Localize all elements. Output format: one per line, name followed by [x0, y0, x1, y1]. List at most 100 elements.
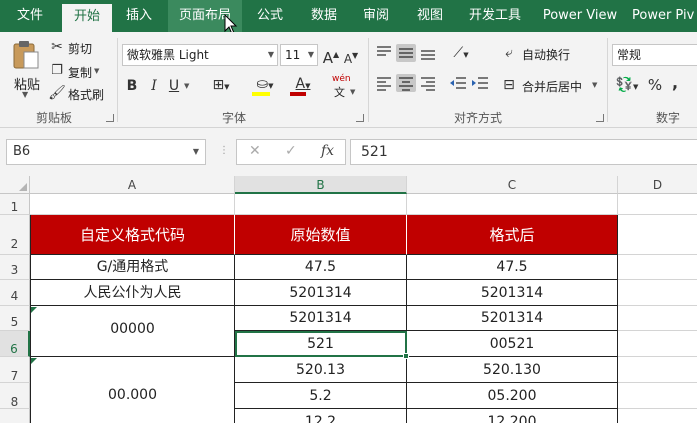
table-cell-a7-merged[interactable]: 00.000 — [30, 357, 235, 423]
percent-style-button[interactable]: % — [646, 76, 664, 94]
fill-handle[interactable] — [403, 353, 409, 359]
align-middle-button[interactable] — [396, 44, 416, 62]
table-cell-c3[interactable]: 47.5 — [407, 255, 618, 280]
table-cell-c8[interactable]: 05.200 — [407, 383, 618, 409]
chevron-down-icon: ▼ — [350, 88, 356, 96]
tab-data[interactable]: 数据 — [302, 0, 346, 32]
tab-view[interactable]: 视图 — [408, 0, 452, 32]
borders-button[interactable]: ⊞▼ — [206, 76, 236, 96]
column-header-c[interactable]: C — [407, 176, 618, 194]
phonetic-guide-button[interactable]: wén 文 ▼ — [328, 74, 358, 99]
bold-button[interactable]: B — [124, 77, 140, 95]
font-size-combo[interactable]: 11 ▼ — [280, 44, 318, 66]
row-header-7[interactable]: 7 — [0, 357, 30, 383]
table-cell-b3[interactable]: 47.5 — [235, 255, 407, 280]
font-name-value: 微软雅黑 Light — [127, 48, 209, 62]
row-header-3[interactable]: 3 — [0, 255, 30, 280]
table-cell-b4[interactable]: 5201314 — [235, 280, 407, 306]
wrap-text-button[interactable]: ⤶ 自动换行 — [500, 44, 580, 64]
row-header-8[interactable]: 8 — [0, 383, 30, 409]
insert-function-button[interactable]: fx — [321, 143, 334, 159]
phonetic-bottom-text: 文 — [334, 86, 345, 99]
table-cell-b9[interactable]: 12.2 — [235, 409, 407, 423]
table-header-formatted[interactable]: 格式后 — [407, 215, 618, 255]
table-cell-b8[interactable]: 5.2 — [235, 383, 407, 409]
text-orientation-icon: ⟋ — [453, 45, 464, 61]
wrap-text-icon: ⤶ — [505, 45, 513, 61]
align-top-button[interactable] — [374, 44, 394, 62]
orientation-button[interactable]: ⟋▼ — [446, 44, 476, 64]
number-format-combo[interactable]: 常规 — [612, 44, 697, 66]
formula-input[interactable]: 521 — [350, 139, 697, 165]
number-group-label: 数字 — [656, 111, 681, 125]
row-header-6[interactable]: 6 — [0, 331, 30, 357]
row-header-4[interactable]: 4 — [0, 280, 30, 306]
tab-home[interactable]: 开始 — [62, 4, 112, 32]
formula-bar-splitter-icon[interactable]: ⋮ — [219, 145, 229, 156]
chevron-down-icon: ▼ — [307, 50, 314, 59]
italic-button[interactable]: I — [146, 77, 162, 95]
chevron-down-icon: ▼ — [22, 90, 29, 99]
tab-file[interactable]: 文件 — [6, 0, 54, 32]
increase-indent-button[interactable] — [470, 74, 490, 92]
tab-insert[interactable]: 插入 — [116, 0, 162, 32]
font-dialog-launcher-icon[interactable] — [356, 114, 364, 122]
align-center-button[interactable] — [396, 74, 416, 92]
paste-button[interactable]: 粘贴 ▼ — [8, 38, 44, 104]
copy-button[interactable]: ❐ 复制 ▼ — [48, 62, 108, 80]
table-header-code[interactable]: 自定义格式代码 — [30, 215, 235, 255]
error-indicator-icon — [31, 358, 37, 364]
decrease-indent-button[interactable] — [448, 74, 468, 92]
row-header-9[interactable] — [0, 409, 30, 423]
column-header-d[interactable]: D — [618, 176, 697, 194]
table-cell-a4[interactable]: 人民公仆为人民 — [30, 280, 235, 306]
column-header-a[interactable]: A — [30, 176, 235, 194]
comma-style-button[interactable]: , — [668, 74, 682, 92]
merge-center-button[interactable]: ⊟ 合并后居中 ▼ — [500, 76, 600, 96]
copy-label: 复制 — [68, 66, 93, 80]
caret-down-icon: ▼ — [352, 51, 359, 60]
table-cell-a3[interactable]: G/通用格式 — [30, 255, 235, 280]
table-cell-c9[interactable]: 12.200 — [407, 409, 618, 423]
table-cell-c6[interactable]: 00521 — [407, 331, 618, 357]
alignment-dialog-launcher-icon[interactable] — [596, 114, 604, 122]
copy-icon: ❐ — [51, 63, 63, 78]
table-header-original[interactable]: 原始数值 — [235, 215, 407, 255]
tab-formulas[interactable]: 公式 — [248, 0, 292, 32]
clipboard-dialog-launcher-icon[interactable] — [106, 114, 114, 122]
select-all-button[interactable] — [0, 176, 30, 194]
cell-a1[interactable] — [30, 194, 235, 215]
font-name-combo[interactable]: 微软雅黑 Light ▼ — [122, 44, 278, 66]
align-left-button[interactable] — [374, 74, 394, 92]
tab-power-view[interactable]: Power View — [538, 0, 622, 32]
table-cell-b5[interactable]: 5201314 — [235, 306, 407, 331]
grow-font-button[interactable]: A▲ — [322, 46, 340, 67]
tab-power-pivot[interactable]: Power Piv — [632, 0, 697, 32]
chevron-down-icon: ▼ — [268, 82, 274, 90]
table-cell-c7[interactable]: 520.130 — [407, 357, 618, 383]
table-cell-c5[interactable]: 5201314 — [407, 306, 618, 331]
tab-review[interactable]: 审阅 — [354, 0, 398, 32]
cancel-entry-button[interactable]: ✕ — [249, 143, 261, 159]
row-header-1[interactable]: 1 — [0, 194, 30, 215]
row-header-2[interactable]: 2 — [0, 215, 30, 255]
column-header-b[interactable]: B — [235, 176, 407, 194]
underline-button[interactable]: U — [166, 77, 182, 95]
accounting-format-button[interactable]: 💱▼ — [612, 76, 642, 96]
table-cell-b7[interactable]: 520.13 — [235, 357, 407, 383]
cell-b1[interactable] — [235, 194, 407, 215]
confirm-entry-button[interactable]: ✓ — [285, 143, 297, 159]
align-right-button[interactable] — [418, 74, 438, 92]
table-cell-a5-merged[interactable]: 00000 — [30, 306, 235, 357]
gridline — [618, 330, 697, 331]
tab-developer[interactable]: 开发工具 — [462, 0, 528, 32]
row-header-5[interactable]: 5 — [0, 306, 30, 331]
cut-button[interactable]: ✂ 剪切 — [48, 38, 104, 56]
table-cell-c4[interactable]: 5201314 — [407, 280, 618, 306]
paint-bucket-icon: ⛀ — [256, 76, 269, 92]
shrink-font-button[interactable]: A▼ — [342, 47, 360, 68]
name-box[interactable]: B6 ▼ — [6, 139, 206, 165]
format-painter-button[interactable]: 🖌 格式刷 — [48, 84, 108, 102]
cell-c1[interactable] — [407, 194, 618, 215]
align-bottom-button[interactable] — [418, 44, 438, 62]
